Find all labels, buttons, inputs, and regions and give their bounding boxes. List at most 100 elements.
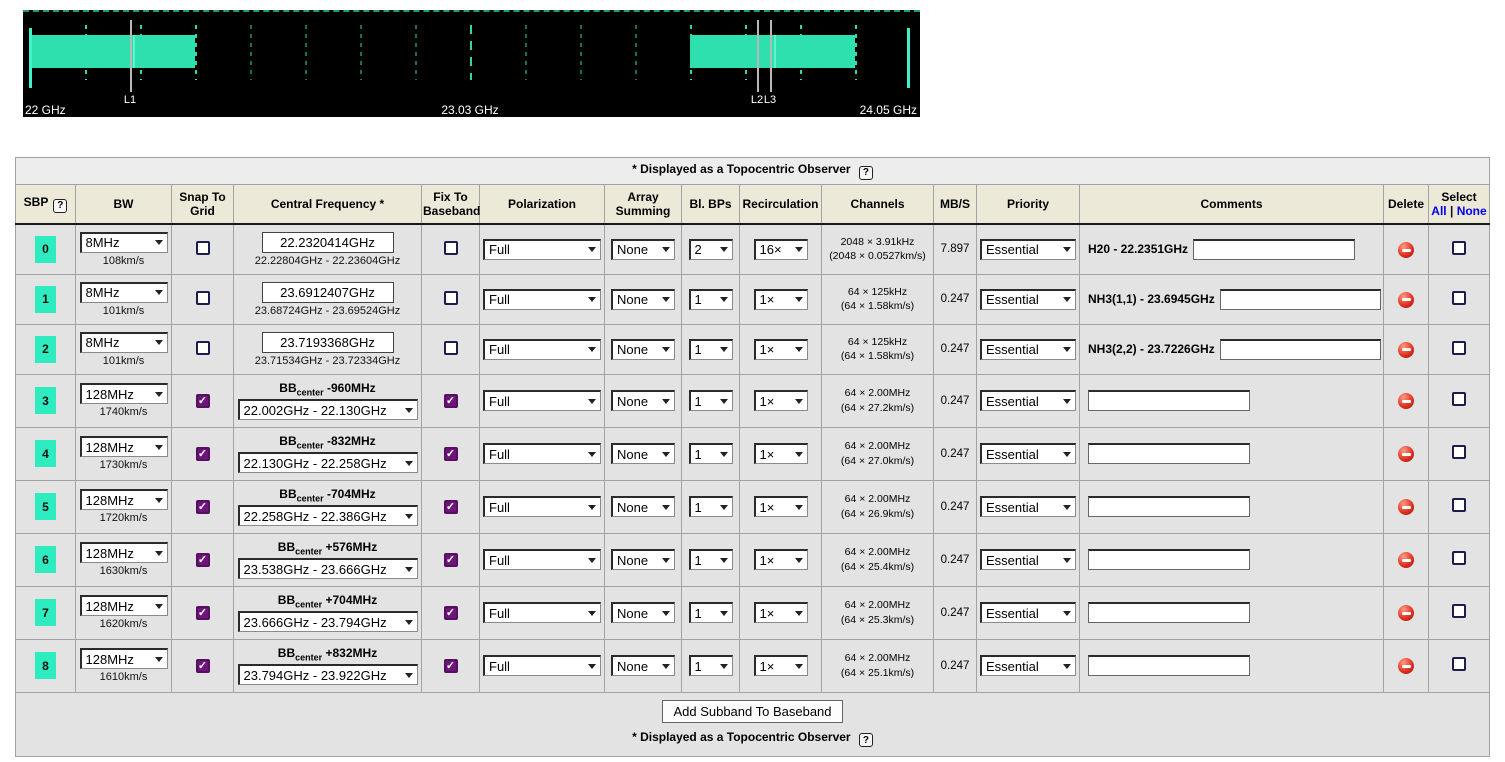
array-summing-select[interactable]: None [611,289,675,310]
select-row-checkbox[interactable] [1452,551,1466,565]
priority-select[interactable]: Essential [980,602,1076,623]
comment-input[interactable] [1193,239,1355,260]
central-frequency-select[interactable]: 23.666GHz - 23.794GHz [238,611,418,632]
priority-select[interactable]: Essential [980,239,1076,260]
delete-row-button[interactable] [1398,658,1414,674]
polarization-select[interactable]: Full [483,496,601,517]
select-row-checkbox[interactable] [1452,604,1466,618]
array-summing-select[interactable]: None [611,239,675,260]
priority-select[interactable]: Essential [980,390,1076,411]
comment-input[interactable] [1088,549,1250,570]
recirculation-select[interactable]: 1× [754,289,808,310]
priority-select[interactable]: Essential [980,549,1076,570]
select-row-checkbox[interactable] [1452,392,1466,406]
select-row-checkbox[interactable] [1452,341,1466,355]
recirculation-select[interactable]: 1× [754,339,808,360]
bw-select[interactable]: 8MHz [80,232,168,253]
snap-to-grid-checkbox[interactable]: ✓ [196,500,210,514]
bw-select[interactable]: 128MHz [80,542,168,563]
comment-input[interactable] [1088,655,1250,676]
array-summing-select[interactable]: None [611,496,675,517]
select-row-checkbox[interactable] [1452,498,1466,512]
polarization-select[interactable]: Full [483,390,601,411]
bl-bps-select[interactable]: 1 [689,655,733,676]
array-summing-select[interactable]: None [611,549,675,570]
bl-bps-select[interactable]: 1 [689,549,733,570]
delete-row-button[interactable] [1398,552,1414,568]
select-none-link[interactable]: None [1457,204,1487,218]
polarization-select[interactable]: Full [483,443,601,464]
fix-to-baseband-checkbox[interactable]: ✓ [444,447,458,461]
bl-bps-select[interactable]: 1 [689,602,733,623]
bl-bps-select[interactable]: 1 [689,390,733,411]
fix-to-baseband-checkbox[interactable] [444,241,458,255]
select-all-link[interactable]: All [1431,204,1446,218]
comment-input[interactable] [1220,339,1381,360]
fix-to-baseband-checkbox[interactable]: ✓ [444,659,458,673]
select-row-checkbox[interactable] [1452,241,1466,255]
central-frequency-select[interactable]: 23.794GHz - 23.922GHz [238,664,418,685]
recirculation-select[interactable]: 1× [754,602,808,623]
delete-row-button[interactable] [1398,499,1414,515]
priority-select[interactable]: Essential [980,339,1076,360]
select-row-checkbox[interactable] [1452,291,1466,305]
bl-bps-select[interactable]: 2 [689,239,733,260]
recirculation-select[interactable]: 1× [754,655,808,676]
priority-select[interactable]: Essential [980,289,1076,310]
snap-to-grid-checkbox[interactable]: ✓ [196,447,210,461]
recirculation-select[interactable]: 1× [754,549,808,570]
central-frequency-input[interactable]: 23.6912407GHz [262,282,394,303]
recirculation-select[interactable]: 1× [754,443,808,464]
central-frequency-select[interactable]: 22.002GHz - 22.130GHz [238,399,418,420]
delete-row-button[interactable] [1398,242,1414,258]
array-summing-select[interactable]: None [611,339,675,360]
comment-input[interactable] [1088,390,1250,411]
bw-select[interactable]: 128MHz [80,383,168,404]
bw-select[interactable]: 128MHz [80,436,168,457]
central-frequency-input[interactable]: 22.2320414GHz [262,232,394,253]
fix-to-baseband-checkbox[interactable]: ✓ [444,606,458,620]
snap-to-grid-checkbox[interactable]: ✓ [196,659,210,673]
fix-to-baseband-checkbox[interactable]: ✓ [444,553,458,567]
select-row-checkbox[interactable] [1452,445,1466,459]
select-row-checkbox[interactable] [1452,657,1466,671]
help-icon-bottom[interactable]: ? [859,733,873,747]
polarization-select[interactable]: Full [483,339,601,360]
central-frequency-select[interactable]: 22.258GHz - 22.386GHz [238,505,418,526]
central-frequency-input[interactable]: 23.7193368GHz [262,332,394,353]
polarization-select[interactable]: Full [483,549,601,570]
delete-row-button[interactable] [1398,605,1414,621]
comment-input[interactable] [1220,289,1381,310]
array-summing-select[interactable]: None [611,390,675,411]
bw-select[interactable]: 128MHz [80,648,168,669]
bl-bps-select[interactable]: 1 [689,443,733,464]
comment-input[interactable] [1088,443,1250,464]
array-summing-select[interactable]: None [611,443,675,464]
snap-to-grid-checkbox[interactable] [196,241,210,255]
bl-bps-select[interactable]: 1 [689,339,733,360]
central-frequency-select[interactable]: 23.538GHz - 23.666GHz [238,558,418,579]
array-summing-select[interactable]: None [611,655,675,676]
delete-row-button[interactable] [1398,446,1414,462]
snap-to-grid-checkbox[interactable] [196,291,210,305]
bl-bps-select[interactable]: 1 [689,496,733,517]
add-subband-button[interactable]: Add Subband To Baseband [662,700,842,723]
bw-select[interactable]: 128MHz [80,595,168,616]
delete-row-button[interactable] [1398,393,1414,409]
bw-select[interactable]: 128MHz [80,489,168,510]
snap-to-grid-checkbox[interactable]: ✓ [196,394,210,408]
fix-to-baseband-checkbox[interactable] [444,341,458,355]
snap-to-grid-checkbox[interactable] [196,341,210,355]
help-icon[interactable]: ? [859,166,873,180]
recirculation-select[interactable]: 1× [754,390,808,411]
priority-select[interactable]: Essential [980,443,1076,464]
snap-to-grid-checkbox[interactable]: ✓ [196,606,210,620]
fix-to-baseband-checkbox[interactable]: ✓ [444,394,458,408]
delete-row-button[interactable] [1398,342,1414,358]
comment-input[interactable] [1088,496,1250,517]
fix-to-baseband-checkbox[interactable]: ✓ [444,500,458,514]
bl-bps-select[interactable]: 1 [689,289,733,310]
recirculation-select[interactable]: 1× [754,496,808,517]
polarization-select[interactable]: Full [483,289,601,310]
delete-row-button[interactable] [1398,292,1414,308]
